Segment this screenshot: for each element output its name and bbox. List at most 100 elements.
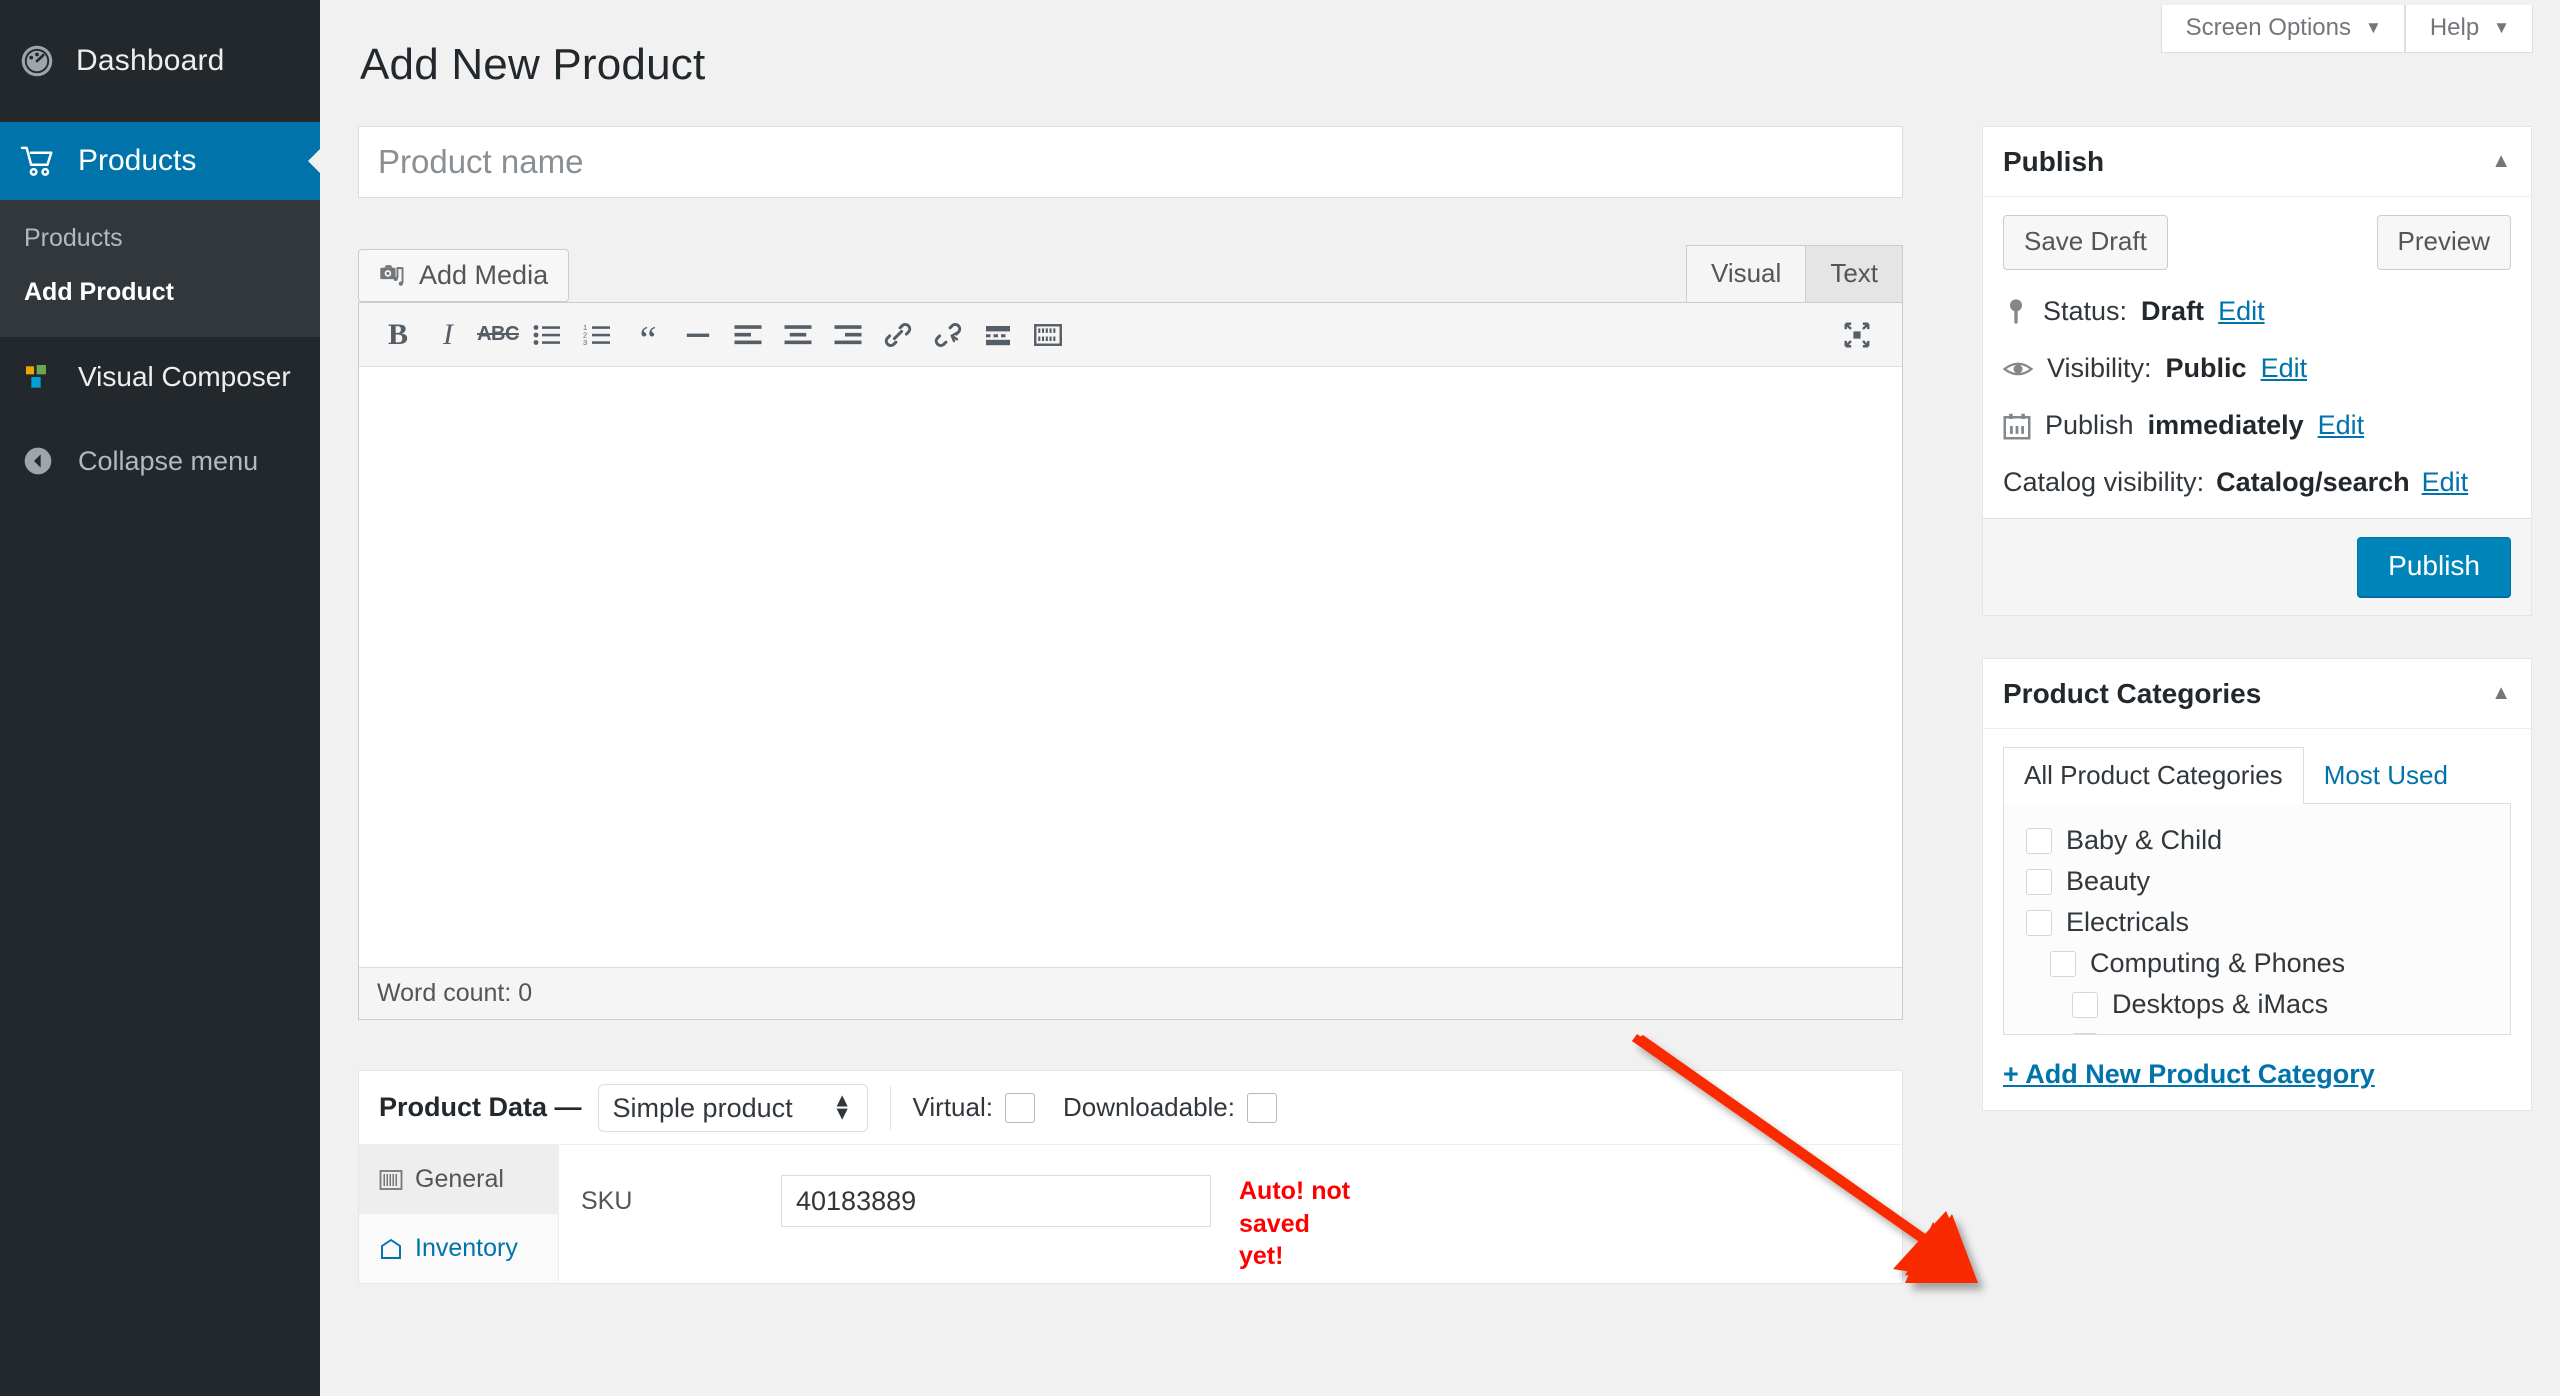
category-item[interactable]: Beauty — [2004, 861, 2510, 902]
pin-icon — [2003, 297, 2029, 327]
product-categories-panel: Product Categories ▲ All Product Categor… — [1982, 658, 2532, 1111]
preview-button[interactable]: Preview — [2376, 215, 2511, 270]
product-tab-label: General — [415, 1165, 504, 1193]
editor-content-area[interactable] — [359, 367, 1902, 967]
add-media-button[interactable]: Add Media — [358, 249, 570, 302]
publish-panel: Publish ▲ Save Draft Preview Status: Dra… — [1982, 126, 2532, 616]
bold-icon[interactable]: B — [373, 310, 423, 360]
blockquote-icon[interactable]: “ — [623, 310, 673, 360]
category-label: Electricals — [2066, 907, 2190, 937]
status-row: Status: Draft Edit — [2003, 296, 2511, 327]
sidebar-item-dashboard[interactable]: Dashboard — [0, 0, 320, 122]
italic-icon[interactable]: I — [423, 310, 473, 360]
editor-box: B I ABC 1 2 3 “ Word count: 0 — [358, 302, 1903, 1020]
category-item[interactable]: Baby & Child — [2004, 820, 2510, 861]
category-label: eReaders — [2112, 1030, 2229, 1034]
toolbar-toggle-icon[interactable] — [1023, 310, 1073, 360]
schedule-edit-link[interactable]: Edit — [2318, 410, 2365, 441]
align-center-icon[interactable] — [773, 310, 823, 360]
editor-status-bar: Word count: 0 — [359, 967, 1902, 1019]
strikethrough-icon[interactable]: ABC — [473, 310, 523, 360]
tab-text[interactable]: Text — [1806, 245, 1903, 302]
bulleted-list-icon[interactable] — [523, 310, 573, 360]
product-data-panel: Product Data — Simple product ▲ ▼ Virtual… — [358, 1070, 1903, 1284]
main-column: Product name Add Media Visual Text B I A… — [358, 126, 1903, 1284]
category-checkbox[interactable] — [2026, 868, 2052, 895]
unlink-icon[interactable] — [923, 310, 973, 360]
sidebar-item-products[interactable]: Products — [0, 122, 320, 200]
product-data-body: General Inventory SKU 40183889 Auto! not… — [359, 1145, 1902, 1283]
virtual-label: Virtual: — [912, 1092, 993, 1122]
product-name-input[interactable]: Product name — [358, 126, 1903, 198]
product-type-select-wrap: Simple product ▲ ▼ — [597, 1083, 868, 1132]
category-checklist[interactable]: Baby & Child Beauty Electricals Computin… — [2003, 803, 2511, 1035]
product-categories-header: Product Categories ▲ — [1983, 659, 2531, 729]
tab-all-product-categories[interactable]: All Product Categories — [2003, 747, 2304, 804]
chevron-down-icon: ▼ — [2493, 17, 2510, 37]
add-new-product-category-link[interactable]: + Add New Product Category — [2003, 1059, 2511, 1090]
save-draft-button[interactable]: Save Draft — [2003, 215, 2168, 270]
downloadable-checkbox[interactable] — [1247, 1092, 1277, 1123]
category-checkbox[interactable] — [2072, 1032, 2098, 1034]
screen-options-button[interactable]: Screen Options ▼ — [2160, 5, 2405, 53]
schedule-label: Publish — [2045, 410, 2134, 440]
sidebar-item-label: Visual Composer — [78, 361, 291, 392]
sidebar-submenu-products: Products Add Product — [0, 200, 320, 337]
category-item[interactable]: Electricals — [2004, 902, 2510, 943]
editor-toolbar: B I ABC 1 2 3 “ — [359, 303, 1902, 367]
distraction-free-fullscreen-icon[interactable] — [1832, 310, 1882, 360]
sidebar-subitem-products[interactable]: Products — [0, 212, 320, 266]
chevron-up-icon[interactable]: ▲ — [2491, 682, 2511, 705]
product-tab-inventory[interactable]: Inventory — [359, 1214, 558, 1283]
category-checkbox[interactable] — [2026, 827, 2052, 854]
product-data-fields: SKU 40183889 Auto! not saved yet! — [559, 1145, 1902, 1283]
help-label: Help — [2429, 13, 2480, 41]
sku-label: SKU — [581, 1187, 633, 1215]
chevron-up-icon[interactable]: ▲ — [2491, 150, 2511, 173]
sidebar-subitem-add-product[interactable]: Add Product — [0, 266, 320, 320]
add-media-label: Add Media — [419, 260, 549, 290]
publish-button[interactable]: Publish — [2357, 537, 2511, 597]
numbered-list-icon[interactable]: 1 2 3 — [573, 310, 623, 360]
product-tab-general[interactable]: General — [359, 1145, 558, 1214]
side-column: Publish ▲ Save Draft Preview Status: Dra… — [1982, 126, 2532, 1153]
sku-warning-text: Auto! not saved yet! — [1239, 1175, 1359, 1273]
collapse-left-arrow-icon — [22, 445, 54, 477]
editor-mode-tabs: Visual Text — [1685, 245, 1903, 302]
align-right-icon[interactable] — [823, 310, 873, 360]
page-title: Add New Product — [360, 40, 706, 89]
catalog-visibility-row: Catalog visibility: Catalog/search Edit — [2003, 467, 2511, 498]
divider — [889, 1085, 891, 1130]
publish-panel-body: Save Draft Preview Status: Draft Edit Vi… — [1983, 197, 2531, 518]
category-checkbox[interactable] — [2050, 950, 2076, 977]
horizontal-rule-icon[interactable] — [673, 310, 723, 360]
visibility-edit-link[interactable]: Edit — [2261, 353, 2308, 384]
category-item[interactable]: Computing & Phones — [2004, 943, 2510, 984]
virtual-checkbox[interactable] — [1004, 1092, 1035, 1123]
tab-visual[interactable]: Visual — [1685, 245, 1807, 302]
wordpress-admin-screen: Dashboard Products Products Add Product — [0, 0, 2560, 1396]
screen-meta-links: Screen Options ▼ Help ▼ — [2160, 5, 2533, 53]
catalog-visibility-edit-link[interactable]: Edit — [2422, 467, 2469, 498]
read-more-icon[interactable] — [973, 310, 1023, 360]
sidebar-item-collapse-menu[interactable]: Collapse menu — [0, 423, 320, 499]
category-item[interactable]: Desktops & iMacs — [2004, 984, 2510, 1025]
publish-actions: Save Draft Preview — [2003, 215, 2511, 270]
product-type-select[interactable]: Simple product — [597, 1083, 868, 1132]
help-button[interactable]: Help ▼ — [2404, 5, 2533, 53]
category-checkbox[interactable] — [2072, 991, 2098, 1018]
category-checkbox[interactable] — [2026, 909, 2052, 936]
sidebar-item-visual-composer[interactable]: Visual Composer — [0, 337, 320, 417]
insert-link-icon[interactable] — [873, 310, 923, 360]
sidebar-item-label: Collapse menu — [78, 445, 259, 476]
status-edit-link[interactable]: Edit — [2218, 296, 2265, 327]
tab-most-used[interactable]: Most Used — [2304, 748, 2468, 804]
visibility-label: Visibility: — [2047, 353, 2152, 383]
product-categories-title: Product Categories — [2003, 677, 2262, 709]
post-editor: Add Media Visual Text B I ABC 1 2 3 “ Wo… — [358, 245, 1903, 1020]
align-left-icon[interactable] — [723, 310, 773, 360]
category-item[interactable]: eReaders — [2004, 1025, 2510, 1034]
sku-input[interactable]: 40183889 — [781, 1175, 1211, 1227]
admin-sidebar: Dashboard Products Products Add Product — [0, 0, 320, 1396]
svg-text:3: 3 — [583, 337, 587, 346]
